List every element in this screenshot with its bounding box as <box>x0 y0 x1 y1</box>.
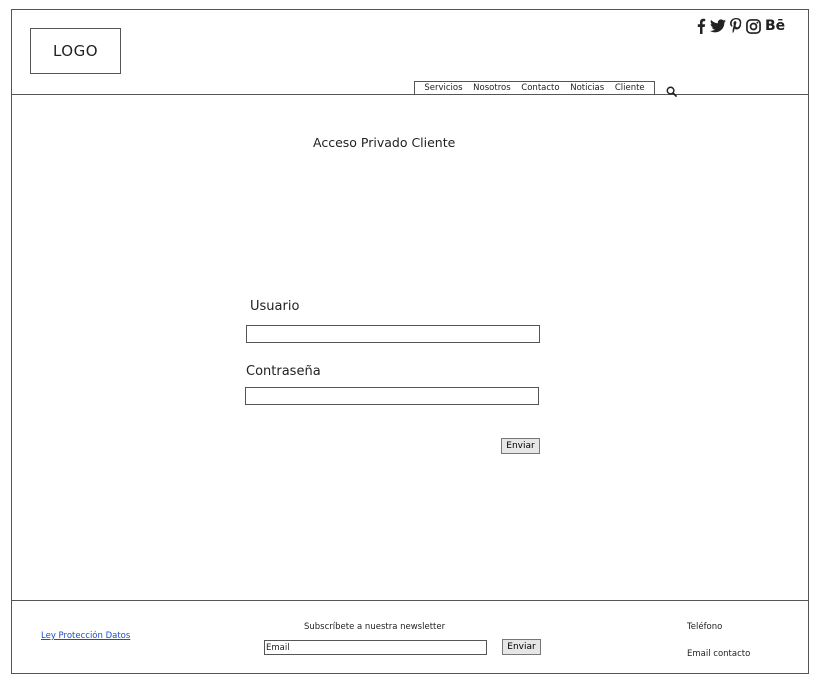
newsletter-title: Subscríbete a nuestra newsletter <box>304 622 446 632</box>
login-submit-button[interactable]: Enviar <box>501 438 540 454</box>
logo[interactable]: LOGO <box>30 28 121 74</box>
username-input[interactable] <box>246 325 540 343</box>
facebook-icon[interactable] <box>696 17 706 35</box>
page-title: Acceso Privado Cliente <box>313 135 456 150</box>
nav-item-servicios[interactable]: Servicios <box>424 83 462 93</box>
nav-item-cliente[interactable]: Cliente <box>615 83 645 93</box>
behance-icon[interactable]: Bē <box>765 17 785 35</box>
password-input[interactable] <box>245 387 539 405</box>
instagram-icon[interactable] <box>746 17 761 35</box>
pinterest-icon[interactable] <box>730 17 742 35</box>
social-links: Bē <box>696 17 785 35</box>
privacy-link[interactable]: Ley Protección Datos <box>41 631 130 641</box>
newsletter-email-input[interactable] <box>264 640 487 655</box>
header-divider <box>11 94 809 95</box>
nav-item-contacto[interactable]: Contacto <box>521 83 559 93</box>
contact-phone: Teléfono <box>687 622 723 632</box>
search-icon[interactable] <box>666 82 677 101</box>
contact-email: Email contacto <box>687 649 751 659</box>
nav-item-noticias[interactable]: Noticias <box>570 83 604 93</box>
newsletter-submit-button[interactable]: Enviar <box>502 639 541 655</box>
password-label: Contraseña <box>246 364 321 379</box>
nav-item-nosotros[interactable]: Nosotros <box>473 83 510 93</box>
main-nav: Servicios Nosotros Contacto Noticias Cli… <box>414 81 655 94</box>
footer-divider <box>11 600 809 601</box>
twitter-icon[interactable] <box>710 17 726 35</box>
username-label: Usuario <box>250 299 300 314</box>
